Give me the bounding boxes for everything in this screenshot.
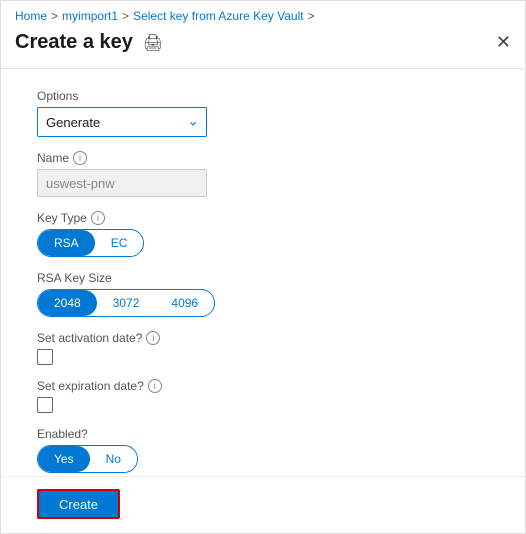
name-input[interactable] bbox=[37, 169, 207, 197]
name-label: Name i bbox=[37, 151, 489, 165]
key-type-field: Key Type i RSA EC bbox=[37, 211, 489, 257]
key-type-toggle: RSA EC bbox=[37, 229, 144, 257]
breadcrumb-select-key[interactable]: Select key from Azure Key Vault bbox=[133, 9, 304, 23]
form-footer: Create bbox=[1, 476, 525, 533]
options-field: Options Generate Import bbox=[37, 89, 489, 137]
enabled-label: Enabled? bbox=[37, 427, 489, 441]
rsa-key-size-label: RSA Key Size bbox=[37, 271, 489, 285]
close-icon[interactable]: ✕ bbox=[496, 32, 511, 53]
expiration-checkbox[interactable] bbox=[37, 397, 53, 413]
enabled-no[interactable]: No bbox=[90, 446, 137, 472]
expiration-info-icon[interactable]: i bbox=[148, 379, 162, 393]
key-type-info-icon[interactable]: i bbox=[91, 211, 105, 225]
enabled-toggle: Yes No bbox=[37, 445, 138, 473]
header-row: Create a key 🖨 ✕ bbox=[1, 27, 525, 62]
activation-checkbox-wrapper bbox=[37, 349, 489, 365]
activation-date-field: Set activation date? i bbox=[37, 331, 489, 365]
rsa-key-size-field: RSA Key Size 2048 3072 4096 bbox=[37, 271, 489, 317]
breadcrumb: Home > myimport1 > Select key from Azure… bbox=[1, 1, 525, 27]
name-info-icon[interactable]: i bbox=[73, 151, 87, 165]
key-type-ec[interactable]: EC bbox=[95, 230, 144, 256]
rsa-key-size-3072[interactable]: 3072 bbox=[97, 290, 156, 316]
key-type-label: Key Type i bbox=[37, 211, 489, 225]
activation-checkbox[interactable] bbox=[37, 349, 53, 365]
expiration-date-label: Set expiration date? i bbox=[37, 379, 489, 393]
enabled-field: Enabled? Yes No bbox=[37, 427, 489, 473]
activation-date-label: Set activation date? i bbox=[37, 331, 489, 345]
page-title: Create a key bbox=[15, 31, 133, 54]
rsa-key-size-toggle: 2048 3072 4096 bbox=[37, 289, 215, 317]
expiration-checkbox-wrapper bbox=[37, 397, 489, 413]
name-field: Name i bbox=[37, 151, 489, 197]
breadcrumb-home[interactable]: Home bbox=[15, 9, 47, 23]
options-select[interactable]: Generate Import bbox=[37, 107, 207, 137]
enabled-yes[interactable]: Yes bbox=[38, 446, 90, 472]
header-divider bbox=[1, 68, 525, 69]
activation-info-icon[interactable]: i bbox=[146, 331, 160, 345]
key-type-rsa[interactable]: RSA bbox=[38, 230, 95, 256]
expiration-date-field: Set expiration date? i bbox=[37, 379, 489, 413]
print-icon[interactable]: 🖨 bbox=[143, 33, 163, 53]
rsa-key-size-2048[interactable]: 2048 bbox=[38, 290, 97, 316]
options-label: Options bbox=[37, 89, 489, 103]
create-button[interactable]: Create bbox=[37, 489, 120, 519]
create-key-panel: Home > myimport1 > Select key from Azure… bbox=[0, 0, 526, 534]
form-content: Options Generate Import Name i Key Type … bbox=[1, 79, 525, 476]
breadcrumb-myimport1[interactable]: myimport1 bbox=[62, 9, 118, 23]
options-select-wrapper: Generate Import bbox=[37, 107, 207, 137]
rsa-key-size-4096[interactable]: 4096 bbox=[155, 290, 214, 316]
